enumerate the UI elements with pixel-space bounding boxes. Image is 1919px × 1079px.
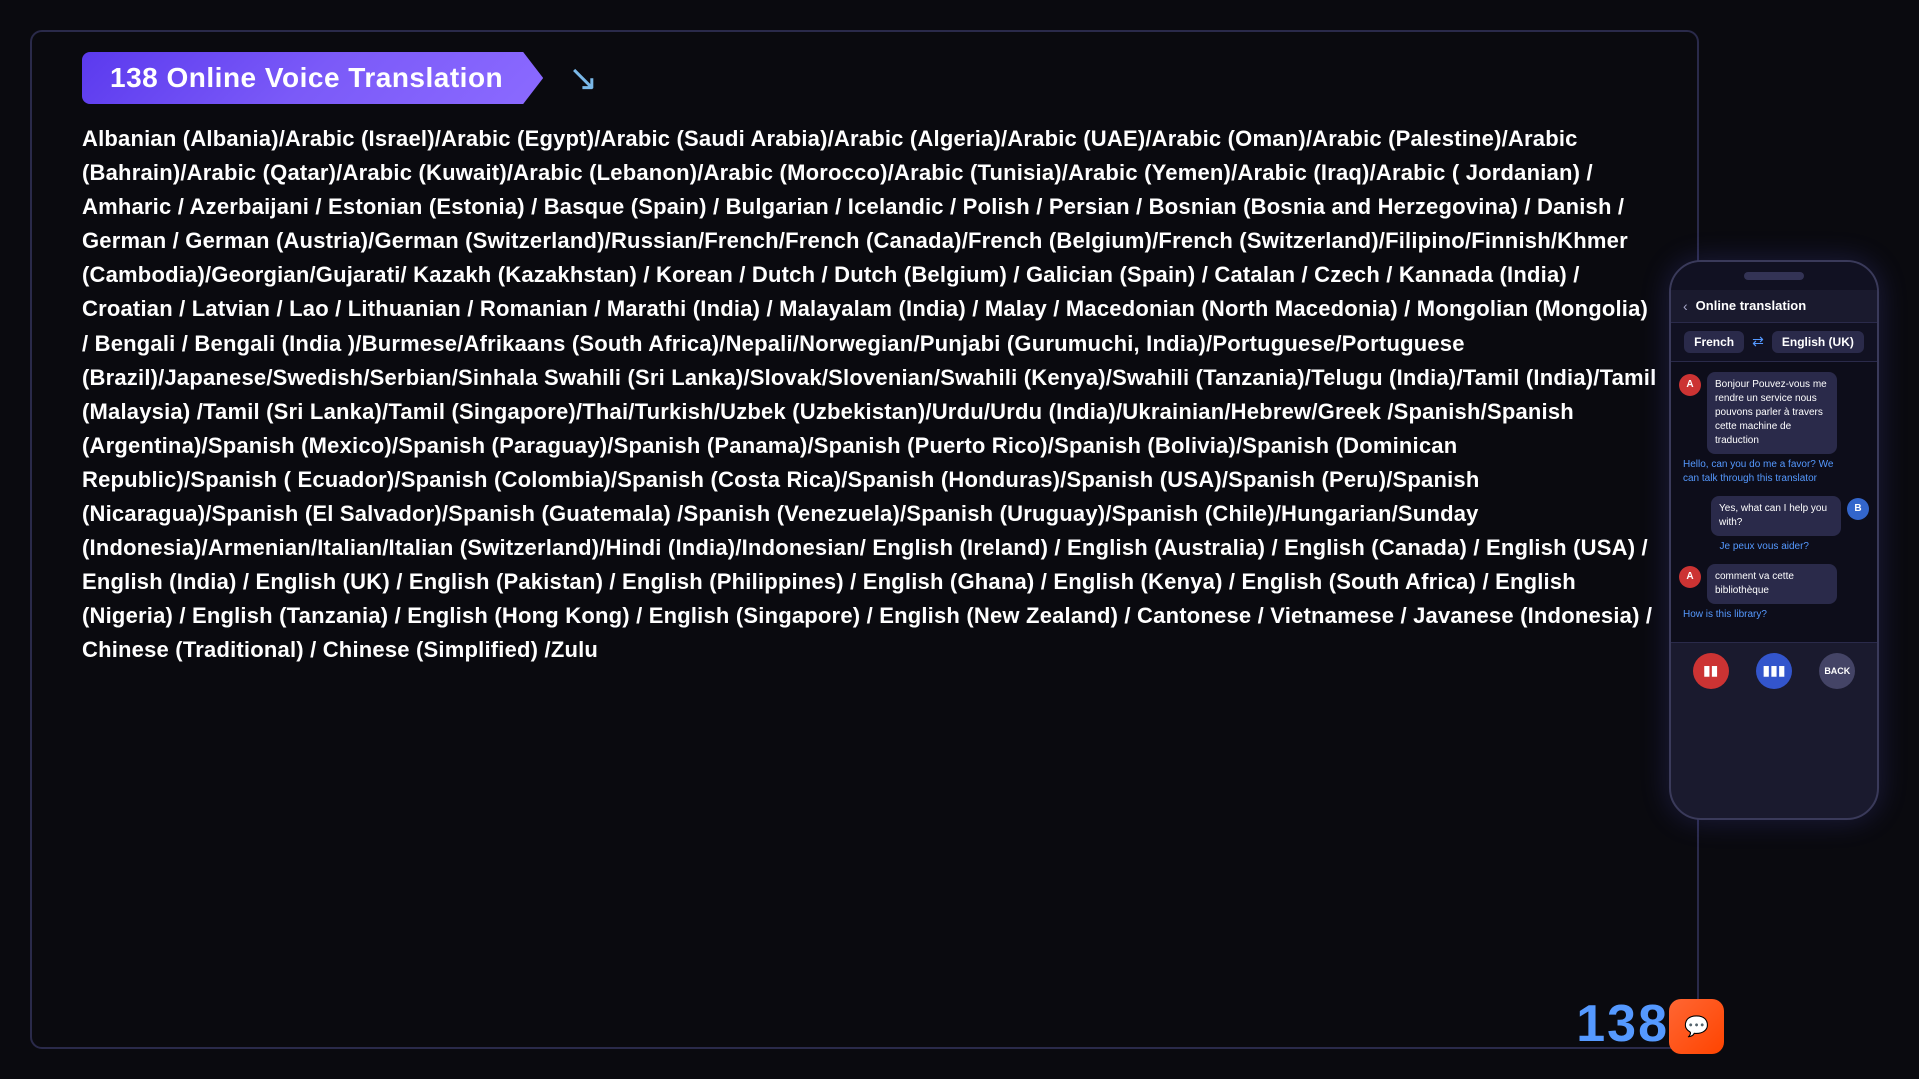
avatar-a-1: A: [1679, 374, 1701, 396]
mic-icon: ▮▮: [1703, 662, 1718, 679]
app-title: 138 Online Voice Translation: [82, 52, 543, 104]
branding-icon-symbol: 💬: [1684, 1014, 1709, 1039]
app-header-title: Online translation: [1696, 298, 1807, 313]
back-chevron-icon[interactable]: ‹: [1683, 298, 1688, 314]
translation-2: Je peux vous aider?: [1679, 540, 1839, 554]
source-language[interactable]: French: [1684, 331, 1744, 353]
branding-number: 138: [1576, 994, 1669, 1054]
phone-controls: ▮▮ ▮▮▮ BACK: [1671, 642, 1877, 699]
message-row-a-3: A comment va cette bibliothèque: [1679, 564, 1869, 604]
bubble-a-3: comment va cette bibliothèque: [1707, 564, 1837, 604]
app-header: ‹ Online translation: [1671, 290, 1877, 323]
phone-frame: ‹ Online translation French ⇄ English (U…: [1669, 260, 1879, 820]
back-label: BACK: [1824, 666, 1850, 676]
avatar-b-2: B: [1847, 498, 1869, 520]
chat-message-1: A Bonjour Pouvez-vous me rendre un servi…: [1679, 372, 1869, 486]
phone-mockup: ‹ Online translation French ⇄ English (U…: [1669, 260, 1889, 820]
translation-1: Hello, can you do me a favor? We can tal…: [1679, 458, 1839, 486]
title-banner: 138 Online Voice Translation ↘: [82, 52, 543, 104]
swap-icon[interactable]: ⇄: [1752, 333, 1764, 350]
audio-button[interactable]: ▮▮▮: [1756, 653, 1792, 689]
message-row-b-2: Yes, what can I help you with? B: [1679, 496, 1869, 536]
chat-message-2: Yes, what can I help you with? B Je peux…: [1679, 496, 1869, 554]
message-row-a-1: A Bonjour Pouvez-vous me rendre un servi…: [1679, 372, 1869, 454]
bubble-b-2: Yes, what can I help you with?: [1711, 496, 1841, 536]
target-language[interactable]: English (UK): [1772, 331, 1864, 353]
audio-icon: ▮▮▮: [1762, 662, 1785, 679]
chat-message-3: A comment va cette bibliothèque How is t…: [1679, 564, 1869, 622]
avatar-a-3: A: [1679, 566, 1701, 588]
mic-button[interactable]: ▮▮: [1693, 653, 1729, 689]
branding-icon: 💬: [1669, 999, 1724, 1054]
bubble-a-1: Bonjour Pouvez-vous me rendre un service…: [1707, 372, 1837, 454]
language-selector: French ⇄ English (UK): [1671, 323, 1877, 362]
notch-bar: [1744, 272, 1804, 280]
translation-3: How is this library?: [1679, 608, 1839, 622]
bubble-b-wrap-2: Yes, what can I help you with?: [1711, 496, 1841, 536]
phone-notch: [1671, 262, 1877, 290]
arrow-icon: ↘: [568, 57, 598, 99]
main-container: 138 Online Voice Translation ↘ Albanian …: [30, 30, 1699, 1049]
languages-list: Albanian (Albania)/Arabic (Israel)/Arabi…: [82, 122, 1657, 668]
chat-area: A Bonjour Pouvez-vous me rendre un servi…: [1671, 362, 1877, 642]
back-button[interactable]: BACK: [1819, 653, 1855, 689]
